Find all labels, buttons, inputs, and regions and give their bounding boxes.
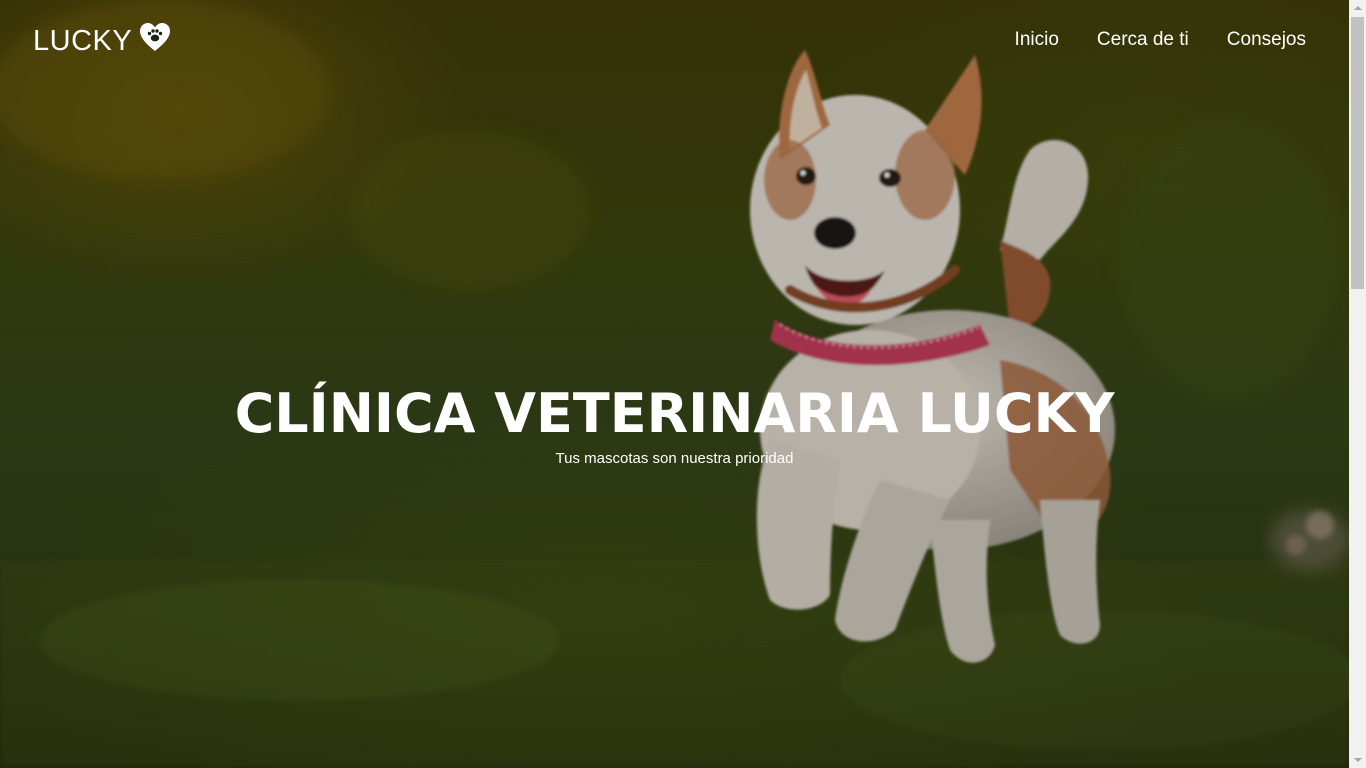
brand-logo[interactable]: LUCKY [33, 22, 171, 60]
heart-paw-icon [139, 22, 171, 52]
scrollbar-thumb[interactable] [1351, 17, 1364, 289]
navbar: LUCKY Inicio Cerca de ti Consejos [0, 0, 1349, 80]
scroll-down-arrow-icon[interactable] [1349, 751, 1366, 768]
nav-link-consejos[interactable]: Consejos [1227, 28, 1306, 52]
page-scrollbar[interactable] [1349, 0, 1366, 768]
hero-caption: CLÍNICA VETERINARIA LUCKY Tus mascotas s… [0, 380, 1349, 468]
brand-name: LUCKY [33, 25, 133, 57]
nav-link-cerca-de-ti[interactable]: Cerca de ti [1097, 28, 1189, 52]
scroll-up-arrow-icon[interactable] [1349, 0, 1366, 17]
nav-links: Inicio Cerca de ti Consejos [1015, 28, 1306, 52]
hero-title: CLÍNICA VETERINARIA LUCKY [234, 382, 1115, 445]
nav-link-inicio[interactable]: Inicio [1015, 28, 1059, 52]
page: LUCKY Inicio Cerca de ti Consejos CLÍNIC… [0, 0, 1366, 768]
hero-subtitle: Tus mascotas son nuestra prioridad [555, 450, 794, 467]
